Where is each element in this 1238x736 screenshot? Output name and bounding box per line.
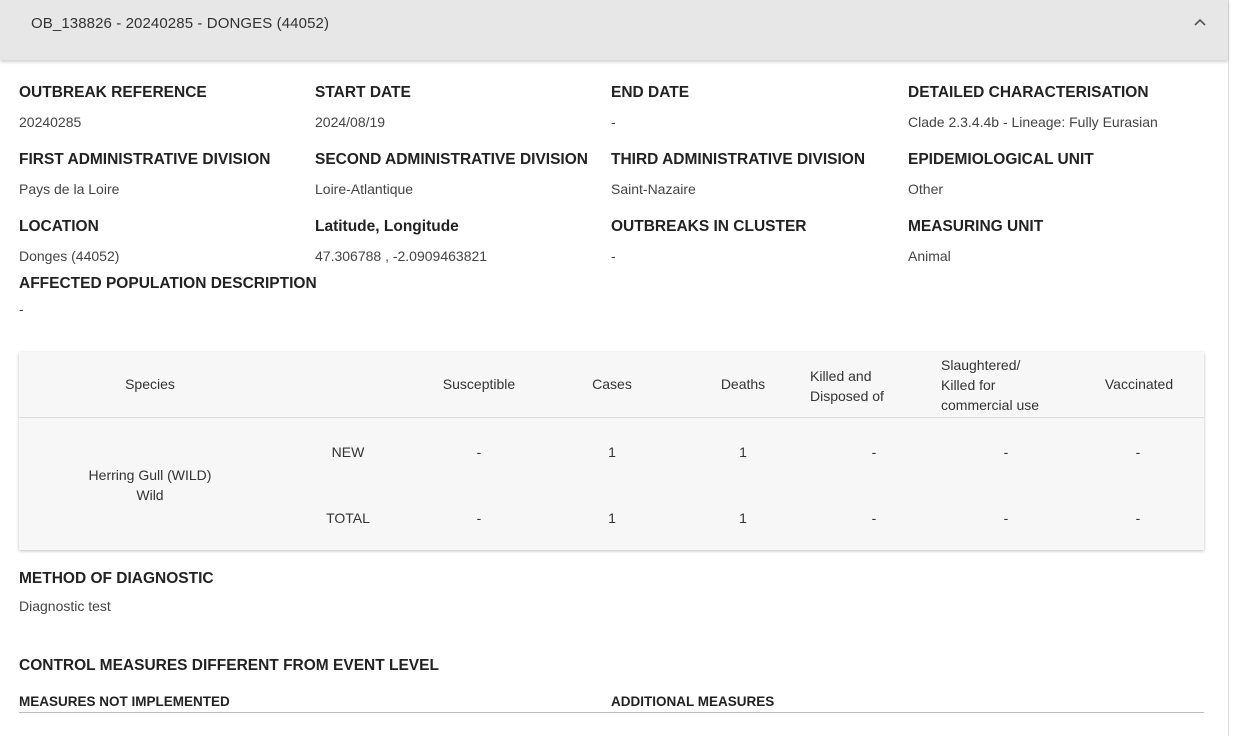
species-name: Herring Gull (WILD): [88, 467, 212, 483]
field-value: -: [611, 248, 616, 264]
field-label: EPIDEMIOLOGICAL UNIT: [908, 151, 1094, 168]
field-second-admin-division: SECOND ADMINISTRATIVE DIVISION Loire-Atl…: [315, 151, 588, 197]
col-header-killed-line1: Killed and: [810, 368, 872, 384]
header-divider: [19, 417, 1204, 418]
field-label: METHOD OF DIAGNOSTIC: [19, 570, 214, 587]
field-value: 2024/08/19: [315, 114, 386, 130]
field-value: 20240285: [19, 114, 82, 130]
field-label: DETAILED CHARACTERISATION: [908, 84, 1149, 101]
field-label: SECOND ADMINISTRATIVE DIVISION: [315, 151, 588, 168]
row-label-new: NEW: [331, 444, 365, 460]
cell-susceptible: -: [476, 510, 482, 526]
species-cell: Herring Gull (WILD) Wild: [59, 465, 241, 505]
field-method-of-diagnostic: METHOD OF DIAGNOSTIC Diagnostic test: [19, 570, 214, 614]
field-outbreak-reference: OUTBREAK REFERENCE 20240285: [19, 84, 207, 130]
content-right-border: [1228, 0, 1229, 736]
cell-slaughtered: -: [1003, 510, 1009, 526]
field-value: Donges (44052): [19, 248, 120, 264]
species-type: Wild: [136, 487, 164, 503]
divider-line: [19, 712, 1204, 713]
field-value: -: [19, 301, 24, 317]
cell-vaccinated: -: [1135, 444, 1141, 460]
field-label: OUTBREAK REFERENCE: [19, 84, 207, 101]
field-value: Animal: [908, 248, 951, 264]
field-label: MEASURING UNIT: [908, 218, 1044, 235]
cell-deaths: 1: [739, 510, 747, 526]
col-header-killed-line2: Disposed of: [810, 388, 884, 404]
field-epidemiological-unit: EPIDEMIOLOGICAL UNIT Other: [908, 151, 1094, 197]
field-outbreaks-in-cluster: OUTBREAKS IN CLUSTER -: [611, 218, 806, 264]
cell-deaths: 1: [739, 444, 747, 460]
col-header-cases: Cases: [592, 376, 632, 392]
subheading-measures-not-implemented: MEASURES NOT IMPLEMENTED: [19, 694, 230, 709]
field-label: FIRST ADMINISTRATIVE DIVISION: [19, 151, 271, 168]
cell-cases: 1: [608, 510, 616, 526]
field-label: Latitude, Longitude: [315, 218, 459, 235]
outbreak-panel-title: OB_138826 - 20240285 - DONGES (44052): [31, 15, 330, 32]
field-value: 47.306788 , -2.0909463821: [315, 248, 488, 264]
field-value: Diagnostic test: [19, 598, 111, 614]
field-location: LOCATION Donges (44052): [19, 218, 119, 264]
cell-killed: -: [871, 444, 877, 460]
field-first-admin-division: FIRST ADMINISTRATIVE DIVISION Pays de la…: [19, 151, 270, 197]
field-label: OUTBREAKS IN CLUSTER: [611, 218, 807, 235]
chevron-up-icon[interactable]: [1192, 16, 1208, 28]
cell-susceptible: -: [476, 444, 482, 460]
field-value: Other: [908, 181, 944, 197]
field-measuring-unit: MEASURING UNIT Animal: [908, 218, 1043, 264]
outbreak-panel-header[interactable]: OB_138826 - 20240285 - DONGES (44052): [0, 0, 1228, 60]
field-value: Clade 2.3.4.4b - Lineage: Fully Eurasian: [908, 114, 1158, 130]
species-table: Species Susceptible Cases Deaths Killed …: [19, 352, 1204, 550]
field-value: Loire-Atlantique: [315, 181, 414, 197]
col-header-killed: Killed and Disposed of: [810, 366, 884, 406]
field-label: END DATE: [611, 84, 690, 101]
cell-vaccinated: -: [1135, 510, 1141, 526]
col-header-species: Species: [125, 376, 175, 392]
field-value: -: [611, 114, 616, 130]
col-header-slaughtered-line3: commercial use: [941, 397, 1040, 413]
field-value: Saint-Nazaire: [611, 181, 696, 197]
col-header-deaths: Deaths: [720, 376, 766, 392]
field-start-date: START DATE 2024/08/19: [315, 84, 411, 130]
field-label: THIRD ADMINISTRATIVE DIVISION: [611, 151, 866, 168]
field-label: START DATE: [315, 84, 411, 101]
col-header-slaughtered-line1: Slaughtered/: [941, 357, 1021, 373]
cell-cases: 1: [608, 444, 616, 460]
field-lat-long: Latitude, Longitude 47.306788 , -2.09094…: [315, 218, 487, 264]
col-header-vaccinated: Vaccinated: [1104, 376, 1174, 392]
field-third-admin-division: THIRD ADMINISTRATIVE DIVISION Saint-Naza…: [611, 151, 865, 197]
cell-killed: -: [871, 510, 877, 526]
section-title-control-measures: CONTROL MEASURES DIFFERENT FROM EVENT LE…: [19, 657, 439, 674]
col-header-slaughtered: Slaughtered/ Killed for commercial use: [941, 355, 1039, 415]
field-label: LOCATION: [19, 218, 99, 235]
field-label: AFFECTED POPULATION DESCRIPTION: [19, 275, 317, 292]
col-header-susceptible: Susceptible: [442, 376, 516, 392]
subheading-additional-measures: ADDITIONAL MEASURES: [611, 694, 775, 709]
col-header-slaughtered-line2: Killed for: [941, 377, 996, 393]
row-label-total: TOTAL: [326, 510, 370, 526]
field-affected-population: AFFECTED POPULATION DESCRIPTION -: [19, 275, 317, 317]
cell-slaughtered: -: [1003, 444, 1009, 460]
field-detailed-characterisation: DETAILED CHARACTERISATION Clade 2.3.4.4b…: [908, 84, 1158, 130]
field-end-date: END DATE -: [611, 84, 689, 130]
field-value: Pays de la Loire: [19, 181, 120, 197]
